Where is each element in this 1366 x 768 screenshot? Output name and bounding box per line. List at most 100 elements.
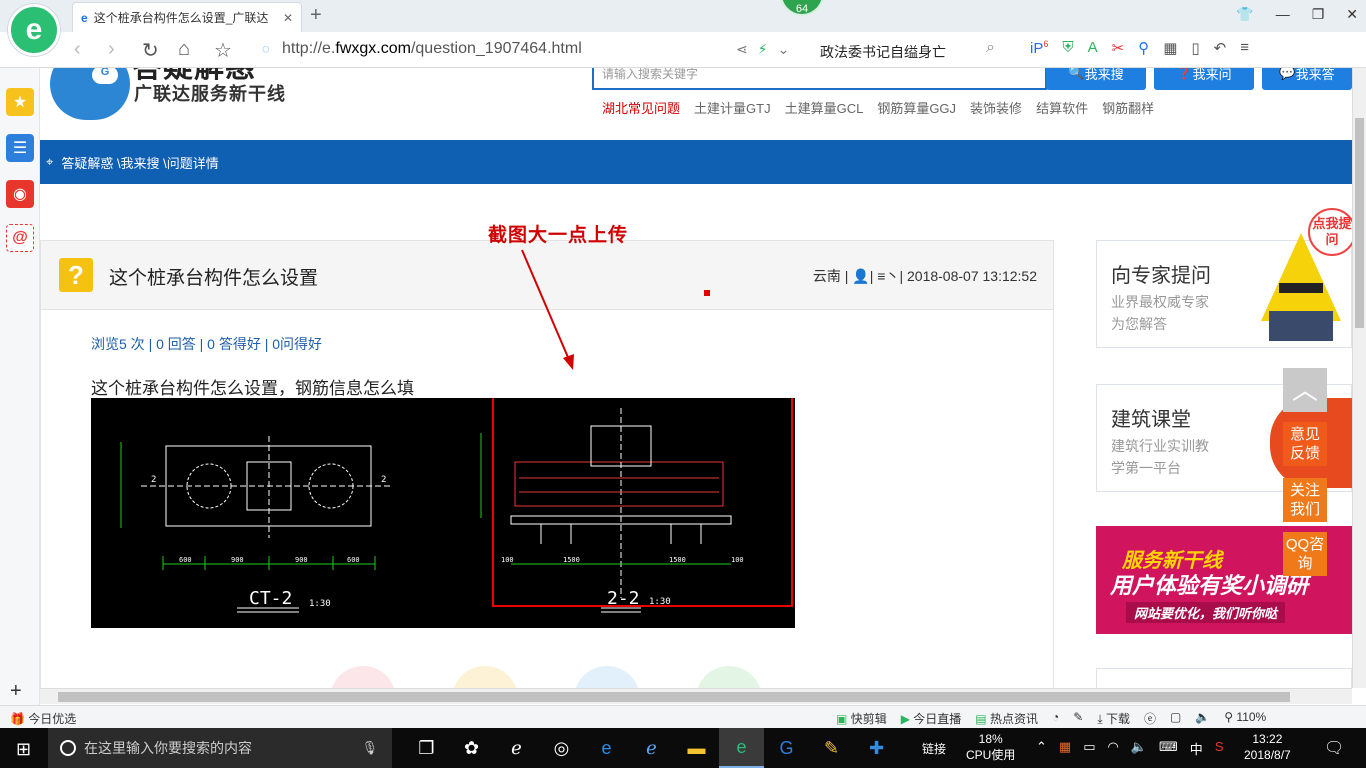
shield-icon[interactable]: ⛨ — [1062, 39, 1073, 57]
url-field[interactable]: http://e.fwxgx.com/question_1907464.html — [262, 40, 582, 58]
share-circle-button[interactable] — [574, 666, 640, 688]
favorites-star-icon[interactable]: ★ — [6, 88, 34, 116]
glodon-g-icon[interactable]: G — [764, 728, 809, 768]
notification-icon[interactable]: 🗨 — [1324, 738, 1344, 758]
quick-link[interactable]: 钢筋算量GGJ — [877, 98, 956, 117]
new-tab-button[interactable]: + — [310, 4, 322, 27]
quick-link[interactable]: 结算软件 — [1036, 98, 1088, 117]
favorite-circle-button[interactable] — [452, 666, 518, 688]
hot-search-text[interactable]: 政法委书记自缢身亡 — [820, 42, 946, 62]
translate-icon[interactable]: A — [1088, 39, 1098, 57]
site-logo[interactable]: G 答疑解惑 广联达服务新干线 — [40, 68, 310, 138]
reader-icon[interactable]: ▯ — [1191, 39, 1199, 57]
close-tab-icon[interactable]: ✕ — [283, 11, 293, 25]
browser-tab[interactable]: e 这个桩承台构件怎么设置_广联达 ✕ — [72, 2, 302, 32]
reload-button[interactable]: ↻ — [142, 38, 159, 63]
horizontal-scrollbar[interactable] — [40, 688, 1352, 704]
follow-us-button[interactable]: 关注我们 — [1283, 478, 1327, 522]
keyboard-icon[interactable]: ⌨ — [1159, 739, 1178, 758]
taskbar-search[interactable]: 在这里输入你要搜索的内容 🎙 — [48, 728, 392, 768]
system-clock[interactable]: 13:22 2018/8/7 — [1244, 731, 1291, 763]
chevron-up-icon[interactable]: ⌃ — [1036, 739, 1047, 758]
internet-explorer-icon[interactable]: ℯ — [629, 728, 674, 768]
search-icon[interactable]: ⌕ — [986, 39, 995, 57]
speed-badge[interactable]: 64 — [780, 0, 824, 16]
edge-icon[interactable]: e — [584, 728, 629, 768]
speed-icon[interactable]: ◔ — [1052, 710, 1059, 727]
file-explorer-icon[interactable]: ▬ — [674, 728, 719, 768]
task-view-icon[interactable]: ❐ — [404, 728, 449, 768]
battery-icon[interactable]: ▭ — [1083, 739, 1095, 758]
email-icon[interactable]: @ — [6, 224, 34, 252]
ad-card[interactable] — [1096, 668, 1352, 688]
pin-icon[interactable]: ✎ — [1073, 710, 1083, 727]
weibo-icon[interactable]: ◉ — [6, 180, 34, 208]
add-sidebar-button[interactable]: + — [10, 680, 22, 703]
quick-link[interactable]: 钢筋翻样 — [1102, 98, 1154, 117]
lightning-icon[interactable]: ⚡ — [758, 41, 768, 58]
back-to-top-button[interactable]: ︿ — [1283, 368, 1327, 412]
feedback-button[interactable]: 意见反馈 — [1283, 422, 1327, 466]
list-icon[interactable]: ☰ — [6, 134, 34, 162]
chevron-down-icon[interactable]: ⌄ — [778, 41, 790, 58]
wifi-icon[interactable]: ◠ — [1108, 739, 1119, 758]
sound-icon[interactable]: 🔈 — [1195, 710, 1210, 727]
ask-bubble-button[interactable]: 点我提问 — [1308, 208, 1352, 256]
plus-app-icon[interactable]: ✚ — [854, 728, 899, 768]
quick-link[interactable]: 土建算量GCL — [785, 98, 864, 117]
scroll-thumb[interactable] — [58, 692, 1290, 702]
today-picks[interactable]: 🎁 今日优选 — [10, 710, 76, 727]
ip-extension-icon[interactable]: iP6 — [1030, 39, 1048, 57]
cad-drawing-image[interactable]: 2 2 600 900 900 600 CT-2 1:30 100 1500 1… — [91, 398, 795, 628]
home-button[interactable]: ⌂ — [178, 38, 190, 61]
ime-indicator[interactable]: 中 — [1190, 739, 1203, 758]
ask-button[interactable]: ❓ 我来问 — [1154, 68, 1254, 90]
swirl-app-icon[interactable]: ◎ — [539, 728, 584, 768]
apps-grid-icon[interactable]: ▦ — [1163, 39, 1177, 57]
expert-card[interactable]: 向专家提问 业界最权威专家 为您解答 — [1096, 233, 1352, 348]
zoom-level[interactable]: ⚲ 110% — [1224, 710, 1266, 727]
undo-icon[interactable]: ↶ — [1214, 39, 1227, 57]
breadcrumb[interactable]: 答疑解惑 \我来搜 \问题详情 — [61, 153, 218, 172]
windows-start-icon[interactable]: ⊞ — [16, 739, 31, 760]
scissors-icon[interactable]: ✂ — [1112, 39, 1125, 57]
quick-link[interactable]: 土建计量GTJ — [694, 98, 771, 117]
news-link[interactable]: ▤ 热点资讯 — [975, 710, 1038, 727]
skin-icon[interactable]: 👕 — [1236, 6, 1253, 23]
tray-app-icon[interactable]: ▦ — [1059, 739, 1071, 758]
restore-button[interactable]: ❐ — [1312, 6, 1325, 23]
live-link[interactable]: ▶ 今日直播 — [901, 710, 962, 727]
360-browser-icon[interactable]: e — [719, 728, 764, 768]
forward-button[interactable]: › — [108, 38, 115, 61]
close-window-button[interactable]: ✕ — [1346, 6, 1358, 23]
sogou-icon[interactable]: S — [1215, 739, 1224, 758]
browser-logo-icon[interactable]: e — [8, 4, 60, 56]
link-label[interactable]: 链接 — [922, 740, 946, 757]
bookmark-star-button[interactable]: ☆ — [214, 38, 232, 63]
answer-button[interactable]: 💬 我来答 — [1262, 68, 1352, 90]
back-button[interactable]: ‹ — [74, 38, 81, 61]
search-button[interactable]: 🔍 我来搜 — [1046, 68, 1146, 90]
quick-edit-link[interactable]: ▣ 快剪辑 — [836, 710, 887, 727]
site-search-input[interactable]: 请输入搜索关键字 — [592, 68, 1047, 90]
cpu-usage[interactable]: 18% CPU使用 — [966, 731, 1015, 763]
fan-app-icon[interactable]: ✿ — [449, 728, 494, 768]
quick-link[interactable]: 装饰装修 — [970, 98, 1022, 117]
magnifier-icon[interactable]: ⚲ — [1138, 39, 1149, 57]
browser-icon[interactable]: ⓔ — [1144, 710, 1156, 727]
vertical-scrollbar[interactable] — [1352, 68, 1366, 688]
microphone-icon[interactable]: 🎙 — [361, 740, 378, 756]
window-icon[interactable]: ▢ — [1170, 710, 1181, 727]
ie-browser-icon[interactable]: ℯ — [494, 728, 539, 768]
menu-icon[interactable]: ≡ — [1240, 39, 1249, 57]
scroll-thumb[interactable] — [1355, 118, 1364, 328]
qq-consult-button[interactable]: QQ咨询 — [1283, 532, 1327, 576]
notes-app-icon[interactable]: ✎ — [809, 728, 854, 768]
like-circle-button[interactable] — [330, 666, 396, 688]
report-circle-button[interactable] — [696, 666, 762, 688]
share-icon[interactable]: ⋖ — [736, 41, 748, 58]
minimize-button[interactable]: — — [1276, 6, 1290, 23]
volume-icon[interactable]: 🔈 — [1131, 739, 1147, 758]
quick-link[interactable]: 湖北常见问题 — [602, 98, 680, 117]
download-link[interactable]: ⤓ 下载 — [1097, 710, 1130, 727]
